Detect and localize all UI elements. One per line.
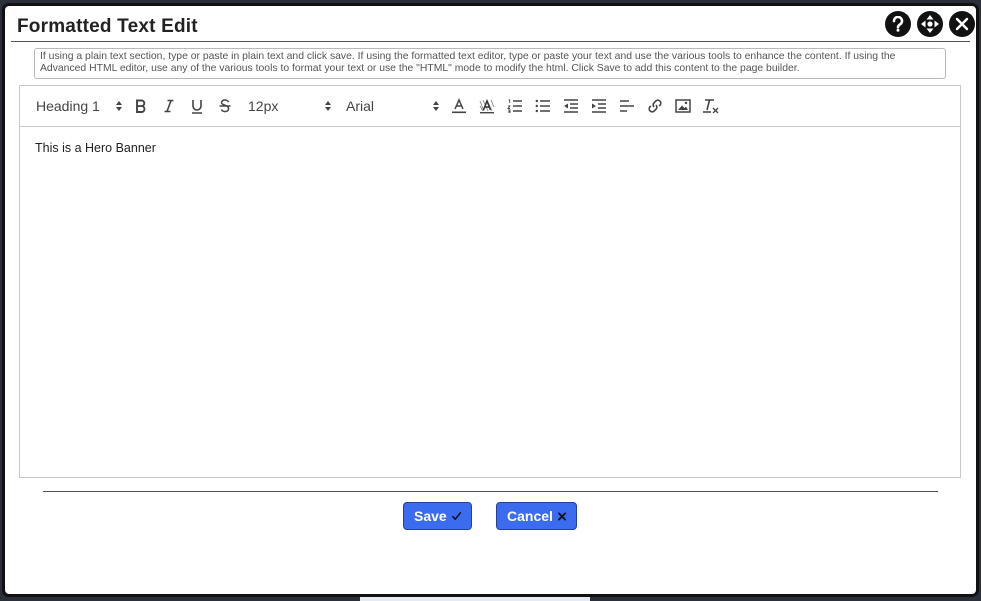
- select-arrows-icon: [325, 101, 331, 111]
- bullet-list-button[interactable]: [533, 96, 553, 116]
- underline-button[interactable]: [187, 96, 207, 116]
- bullet-list-icon: [535, 99, 550, 113]
- move-arrows-icon: [921, 15, 939, 33]
- strikethrough-icon: [219, 99, 231, 113]
- heading-select[interactable]: Heading 1: [36, 96, 122, 116]
- cancel-button-label: Cancel: [507, 508, 553, 524]
- ordered-list-icon: [507, 99, 522, 113]
- indent-button[interactable]: [589, 96, 609, 116]
- editor-toolbar: Heading 1 12px Arial: [20, 86, 960, 127]
- outdent-button[interactable]: [561, 96, 581, 116]
- instructions-box: If using a plain text section, type or p…: [34, 48, 946, 79]
- title-divider: [11, 41, 970, 42]
- ordered-list-button[interactable]: [505, 96, 525, 116]
- save-button[interactable]: Save: [403, 502, 472, 530]
- outdent-icon: [564, 99, 578, 113]
- clear-format-button[interactable]: [701, 96, 721, 116]
- align-button[interactable]: [617, 96, 637, 116]
- link-icon: [648, 99, 662, 113]
- heading-select-value: Heading 1: [36, 98, 100, 114]
- underline-icon: [192, 99, 202, 114]
- bold-button[interactable]: [131, 96, 151, 116]
- link-button[interactable]: [645, 96, 665, 116]
- checkmark-icon: [451, 512, 461, 521]
- font-size-select[interactable]: 12px: [248, 96, 331, 116]
- footer-divider: [43, 491, 938, 492]
- cancel-button[interactable]: Cancel: [496, 502, 577, 530]
- italic-button[interactable]: [159, 96, 179, 116]
- image-icon: [675, 99, 691, 113]
- highlight-button[interactable]: [477, 96, 497, 116]
- bold-icon: [136, 99, 146, 113]
- strikethrough-button[interactable]: [215, 96, 235, 116]
- text-color-button[interactable]: [449, 96, 469, 116]
- select-arrows-icon: [433, 101, 439, 111]
- clear-format-icon: [703, 99, 719, 114]
- font-family-value: Arial: [346, 98, 375, 114]
- align-icon: [620, 100, 634, 112]
- help-button[interactable]: [885, 11, 911, 37]
- formatted-text-edit-dialog: Formatted Text Edit If using a plain tex…: [2, 3, 979, 597]
- save-button-label: Save: [414, 508, 447, 524]
- editor-content-area[interactable]: This is a Hero Banner: [20, 127, 960, 169]
- select-arrows-icon: [116, 101, 122, 111]
- italic-icon: [164, 99, 174, 113]
- font-size-value: 12px: [248, 98, 279, 114]
- font-family-select[interactable]: Arial: [346, 96, 439, 116]
- move-button[interactable]: [917, 11, 943, 37]
- image-button[interactable]: [673, 96, 693, 116]
- indent-icon: [592, 99, 606, 113]
- x-mark-icon: [557, 512, 566, 520]
- editor-text: This is a Hero Banner: [35, 141, 156, 155]
- text-color-icon: [452, 98, 466, 114]
- dialog-title: Formatted Text Edit: [17, 16, 198, 37]
- question-icon: [892, 16, 904, 32]
- close-icon: [955, 17, 969, 31]
- rich-text-editor: Heading 1 12px Arial This is a Hero Bann…: [19, 85, 961, 478]
- highlight-icon: [479, 98, 495, 114]
- close-button[interactable]: [949, 11, 975, 37]
